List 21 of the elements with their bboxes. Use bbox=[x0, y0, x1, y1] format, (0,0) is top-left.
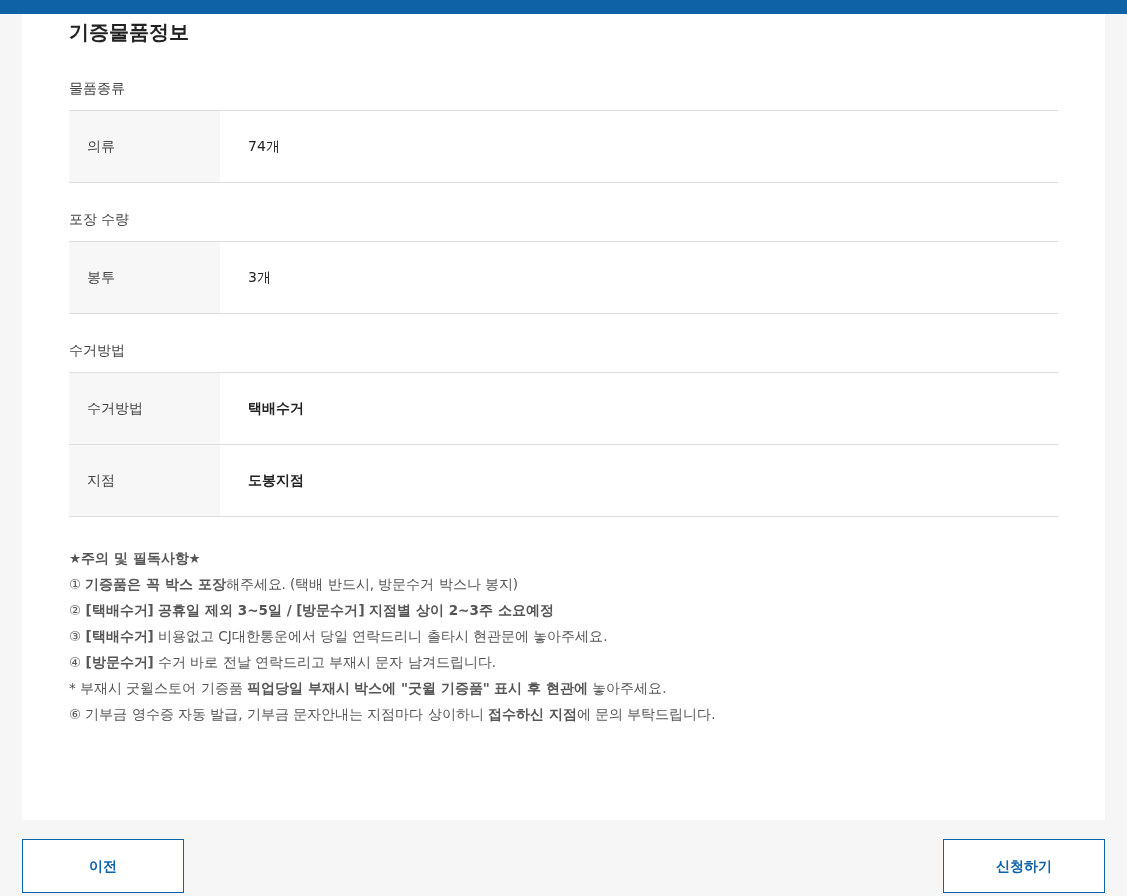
notice-line: ② [택배수거] 공휴일 제외 3~5일 / [방문수거] 지점별 상이 2~3주 소요예정 bbox=[69, 601, 555, 620]
section-title: 기증물품정보 bbox=[69, 19, 190, 46]
value-cell-text: 74개 bbox=[247, 137, 280, 156]
notice-line: ⑥ 기부금 영수증 자동 발급, 기부금 문자안내는 지점마다 상이하니 접수하신 지점에 문의 부탁드립니다. bbox=[69, 705, 717, 724]
apply-button[interactable]: 신청하기 bbox=[943, 839, 1105, 893]
value-cell-text: 3개 bbox=[247, 268, 271, 287]
label-cell: 수거방법 bbox=[69, 373, 220, 444]
notice-line: ★주의 및 필독사항★ bbox=[69, 549, 202, 568]
label-cell: 의류 bbox=[69, 111, 220, 182]
notice-line: ① 기증품은 꼭 박스 포장해주세요. (택배 반드시, 방문수거 박스나 봉지) bbox=[69, 575, 520, 594]
value-cell-text: 도봉지점 bbox=[247, 471, 304, 490]
notice-line: ④ [방문수거] 수거 바로 전날 연락드리고 부재시 문자 남겨드립니다. bbox=[69, 653, 498, 672]
value-cell-text: 택배수거 bbox=[247, 399, 304, 418]
notice-line: * 부재시 굿윌스토어 기증품 픽업당일 부재시 박스에 "굿윌 기증품" 표시 후 현관에 놓아주세요. bbox=[69, 679, 668, 698]
group-heading: 수거방법 bbox=[69, 341, 126, 360]
group-heading: 물품종류 bbox=[69, 79, 126, 98]
notice-line: ③ [택배수거] 비용없고 CJ대한통운에서 당일 연락드리니 출타시 현관문에 놓아주세요. bbox=[69, 627, 609, 646]
previous-button[interactable]: 이전 bbox=[22, 839, 184, 893]
label-cell: 봉투 bbox=[69, 242, 220, 313]
group-heading: 포장 수량 bbox=[69, 210, 131, 229]
label-cell: 지점 bbox=[69, 445, 220, 516]
